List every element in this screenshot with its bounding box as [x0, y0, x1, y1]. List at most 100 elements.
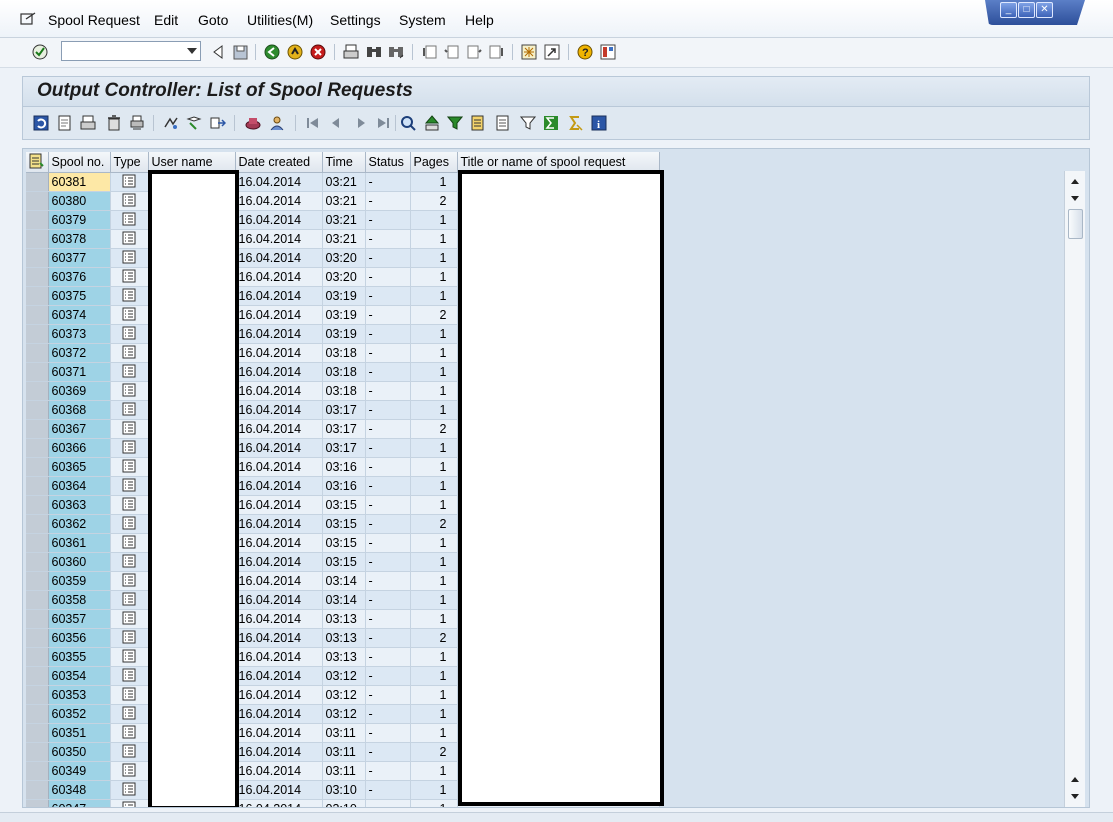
scroll-thumb[interactable]	[1068, 209, 1083, 239]
list-icon[interactable]	[110, 305, 149, 325]
row-selector[interactable]	[26, 400, 49, 420]
print-icon[interactable]	[80, 115, 96, 131]
subtotal-icon[interactable]	[567, 115, 583, 131]
list-icon[interactable]	[110, 628, 149, 648]
scroll-down-icon[interactable]	[1067, 191, 1083, 207]
cell-spool-no[interactable]: 60353	[48, 685, 111, 705]
menu-goto[interactable]: Goto	[198, 12, 228, 29]
cell-spool-no[interactable]: 60357	[48, 609, 111, 629]
cell-spool-no[interactable]: 60349	[48, 761, 111, 781]
row-selector[interactable]	[26, 742, 49, 762]
list-icon[interactable]	[110, 172, 149, 192]
print-directly-icon[interactable]	[129, 115, 145, 131]
chevron-down-icon[interactable]	[187, 48, 197, 54]
list-icon[interactable]	[110, 210, 149, 230]
cell-spool-no[interactable]: 60377	[48, 248, 111, 268]
list-icon[interactable]	[110, 191, 149, 211]
refresh-icon[interactable]	[33, 115, 49, 131]
list-icon[interactable]	[110, 248, 149, 268]
cell-spool-no[interactable]: 60361	[48, 533, 111, 553]
column-header-pages[interactable]: Pages	[410, 152, 458, 173]
minimize-button[interactable]: _	[1000, 2, 1017, 18]
cell-spool-no[interactable]: 60378	[48, 229, 111, 249]
details-icon[interactable]	[186, 115, 202, 131]
row-selector[interactable]	[26, 761, 49, 781]
cell-spool-no[interactable]: 60363	[48, 495, 111, 515]
cell-spool-no[interactable]: 60367	[48, 419, 111, 439]
row-selector[interactable]	[26, 723, 49, 743]
sum-icon[interactable]	[543, 115, 559, 131]
row-selector[interactable]	[26, 476, 49, 496]
cell-spool-no[interactable]: 60380	[48, 191, 111, 211]
exit-icon[interactable]	[286, 43, 304, 61]
back-green-icon[interactable]	[263, 43, 281, 61]
column-header-status[interactable]: Status	[365, 152, 411, 173]
list-icon[interactable]	[110, 381, 149, 401]
cell-spool-no[interactable]: 60351	[48, 723, 111, 743]
row-selector[interactable]	[26, 780, 49, 800]
cell-spool-no[interactable]: 60348	[48, 780, 111, 800]
column-header-type[interactable]: Type	[110, 152, 149, 173]
cell-spool-no[interactable]: 60371	[48, 362, 111, 382]
close-button[interactable]: ✕	[1036, 2, 1053, 18]
next-icon[interactable]	[353, 115, 369, 131]
cell-spool-no[interactable]: 60369	[48, 381, 111, 401]
row-selector[interactable]	[26, 457, 49, 477]
layout-icon[interactable]	[599, 43, 617, 61]
cell-spool-no[interactable]: 60356	[48, 628, 111, 648]
list-icon[interactable]	[110, 552, 149, 572]
row-selector[interactable]	[26, 286, 49, 306]
cell-spool-no[interactable]: 60352	[48, 704, 111, 724]
row-selector[interactable]	[26, 571, 49, 591]
row-selector[interactable]	[26, 172, 49, 192]
list-icon[interactable]	[110, 761, 149, 781]
cell-spool-no[interactable]: 60365	[48, 457, 111, 477]
find-icon[interactable]	[365, 43, 383, 61]
row-selector[interactable]	[26, 381, 49, 401]
cell-spool-no[interactable]: 60379	[48, 210, 111, 230]
row-selector[interactable]	[26, 799, 49, 807]
column-header-date-created[interactable]: Date created	[235, 152, 323, 173]
row-selector[interactable]	[26, 628, 49, 648]
cell-spool-no[interactable]: 60364	[48, 476, 111, 496]
menu-spool-request[interactable]: Spool Request	[48, 12, 140, 29]
menu-settings[interactable]: Settings	[330, 12, 381, 29]
vertical-scrollbar[interactable]	[1064, 171, 1085, 807]
scroll-up-icon[interactable]	[1067, 173, 1083, 189]
cell-spool-no[interactable]: 60381	[48, 172, 111, 192]
cell-spool-no[interactable]: 60368	[48, 400, 111, 420]
first-page-icon[interactable]	[421, 43, 439, 61]
last-page-icon[interactable]	[487, 43, 505, 61]
list-icon[interactable]	[110, 286, 149, 306]
cell-spool-no[interactable]: 60372	[48, 343, 111, 363]
row-selector[interactable]	[26, 590, 49, 610]
menu-edit[interactable]: Edit	[154, 12, 178, 29]
list-icon[interactable]	[110, 362, 149, 382]
list-icon[interactable]	[110, 343, 149, 363]
layout-icon[interactable]	[26, 152, 49, 173]
create-session-icon[interactable]	[520, 43, 538, 61]
print-icon[interactable]	[342, 43, 360, 61]
cell-spool-no[interactable]: 60358	[48, 590, 111, 610]
list-icon[interactable]	[110, 723, 149, 743]
delete-icon[interactable]	[106, 115, 122, 131]
list-icon[interactable]	[110, 590, 149, 610]
cell-spool-no[interactable]: 60350	[48, 742, 111, 762]
cancel-icon[interactable]	[309, 43, 327, 61]
info-icon[interactable]: i	[591, 115, 607, 131]
help-icon[interactable]: ?	[576, 43, 594, 61]
cell-spool-no[interactable]: 60373	[48, 324, 111, 344]
cell-spool-no[interactable]: 60355	[48, 647, 111, 667]
row-selector[interactable]	[26, 647, 49, 667]
list-icon[interactable]	[110, 476, 149, 496]
filter-funnel-icon[interactable]	[520, 115, 536, 131]
row-selector[interactable]	[26, 419, 49, 439]
menu-utilities[interactable]: Utilities(M)	[247, 12, 313, 29]
list-icon[interactable]	[110, 571, 149, 591]
list-icon[interactable]	[110, 419, 149, 439]
save-icon[interactable]	[231, 43, 249, 61]
output-requests-icon[interactable]	[245, 115, 261, 131]
page-down-icon[interactable]	[1067, 789, 1083, 805]
filter-icon[interactable]	[447, 115, 463, 131]
row-selector[interactable]	[26, 267, 49, 287]
